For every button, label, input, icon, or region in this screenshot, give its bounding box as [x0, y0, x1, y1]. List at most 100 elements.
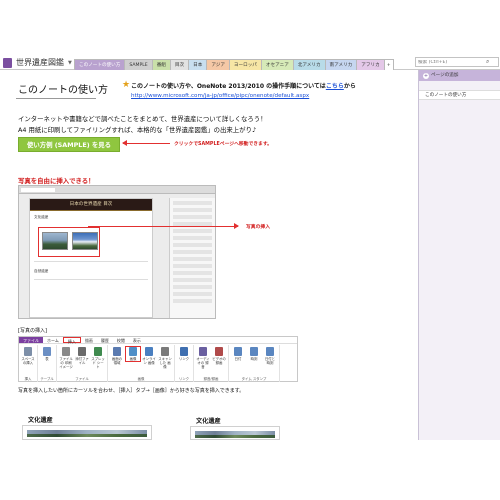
add-section-tab[interactable]: +: [383, 59, 394, 70]
ribbon-button-icon: [24, 347, 32, 356]
ribbon-group: 表テーブル: [38, 345, 57, 382]
ribbon-button-icon: [94, 347, 102, 356]
search-input[interactable]: [416, 59, 486, 65]
ribbon-button-icon: [62, 347, 70, 356]
section-tab[interactable]: 北アメリカ: [292, 59, 326, 70]
ribbon-button-label: オンライン 画像: [142, 357, 156, 365]
ribbon-tab: ホーム: [47, 338, 59, 343]
ribbon-group-label: タイム スタンプ: [241, 377, 267, 381]
ribbon-group: 画面の 領域 画像 オンライン 画像 スキャンした 画像 画像: [108, 345, 175, 382]
ribbon-image: ファイル ホーム 挿入 描画 履歴 校閲 表示 スペース の挿入 挿入表テーブル ファイルの 印…: [18, 336, 298, 382]
sample-button[interactable]: 使い方例 (SAMPLE) を見る: [18, 137, 120, 152]
notebook-icon: [3, 57, 12, 68]
section-left-title: 文化遺産: [28, 417, 53, 424]
title-underline: [16, 98, 96, 99]
section-tab[interactable]: 目次: [169, 59, 190, 70]
ribbon-button-icon: [145, 347, 153, 356]
intro-text-before: このノートの使い方や、OneNote 2013/2010 の操作手順については: [131, 83, 326, 90]
star-icon: ★: [122, 80, 131, 90]
ribbon-button: 表: [40, 347, 54, 361]
screenshot-divider: [34, 279, 148, 280]
add-page-label: ページの追加: [431, 73, 459, 78]
ribbon-button: 日付と 時刻: [263, 347, 277, 365]
photo-insert-note: 写真の挿入: [246, 225, 270, 230]
ribbon-button-icon: [43, 347, 51, 356]
notebook-bar: 世界遺産図鑑 ▼ このノートの使い方 SAMPLE 番組 目次 日本 アジア ヨーロッパ オセ…: [0, 55, 500, 70]
ribbon-group-label: 挿入: [24, 377, 32, 381]
ribbon-button-label: 添付ファイル: [75, 357, 89, 365]
photo-right: [190, 426, 280, 440]
section-tab[interactable]: アフリカ: [356, 59, 385, 70]
screenshot-divider: [34, 261, 148, 262]
ribbon-button-icon: [215, 347, 223, 356]
ribbon-tabs: ファイル ホーム 挿入 描画 履歴 校閲 表示: [19, 337, 297, 344]
section-tab[interactable]: オセアニア: [260, 59, 294, 70]
section-tab[interactable]: このノートの使い方: [74, 59, 126, 70]
section-tab[interactable]: アジア: [206, 59, 230, 70]
ribbon-button-label: リンク: [178, 357, 190, 361]
intro-link[interactable]: こちら: [326, 83, 344, 90]
chevron-down-icon: ▼: [68, 59, 72, 66]
plus-icon: +: [423, 72, 429, 79]
body-line-1: インターネットや書籍などで調べたことをまとめて、世界遺産について詳しくなろう！: [18, 115, 267, 123]
ribbon-button: スプレッド シート: [91, 347, 105, 369]
ribbon-tab: 描画: [84, 338, 93, 343]
ribbon-button-label: オーディオの 録音: [196, 357, 210, 369]
add-page-button[interactable]: + ページの追加: [419, 70, 500, 81]
embedded-screenshot: 日本の世界遺産 目次 文化遺産 自然遺産: [18, 185, 216, 319]
sample-note: クリックでSAMPLEページへ移動できます。: [174, 142, 272, 147]
screenshot-header: 日本の世界遺産 目次: [30, 199, 152, 211]
page-list-item[interactable]: このノートの使い方: [419, 90, 500, 100]
ribbon-button: 画面の 領域: [110, 347, 124, 365]
photo-left: [22, 425, 152, 440]
ribbon-button-label: 画像: [129, 357, 137, 361]
ribbon-button-icon: [266, 347, 274, 356]
ribbon-tab: 履歴: [100, 338, 109, 343]
ribbon-button: ファイルの 印刷イメージ: [59, 347, 73, 369]
section-tab[interactable]: ヨーロッパ: [228, 59, 262, 70]
section-right-title: 文化遺産: [196, 418, 221, 425]
red-arrow-right: [88, 223, 239, 229]
section-tab[interactable]: 日本: [188, 59, 208, 70]
ribbon-group: スペース の挿入挿入: [19, 345, 38, 382]
ribbon-tab: 校閲: [116, 338, 125, 343]
ribbon-group-label: リンク: [178, 377, 190, 381]
ribbon-button-icon: [78, 347, 86, 356]
ribbon-button-icon: [161, 347, 169, 356]
page-title[interactable]: このノートの使い方: [18, 81, 108, 96]
screenshot-tab: [21, 188, 55, 192]
ribbon-button: ビデオの 録画: [212, 347, 226, 365]
screenshot-titlebar: [19, 186, 215, 194]
search-icon[interactable]: ⌕: [486, 58, 489, 66]
section-tab[interactable]: SAMPLE: [124, 59, 153, 70]
page-list-pane: + ページの追加 このノートの使い方: [418, 70, 500, 440]
search-box[interactable]: ⌕: [415, 57, 499, 67]
ribbon-button-icon: [113, 347, 121, 356]
ribbon-button-label: スキャンした 画像: [158, 357, 172, 369]
help-url-link[interactable]: http://www.microsoft.com/ja-jp/office/pi…: [131, 93, 309, 99]
screenshot-label-top: 文化遺産: [34, 215, 49, 219]
ribbon-button-icon: [129, 347, 137, 356]
screenshot-sidebar: [169, 198, 215, 318]
insert-caption: 写真を挿入したい箇所にカーソルを合わせ、［挿入］タブ→［画像］から好きな写真を挿…: [18, 388, 245, 394]
ribbon-button: スペース の挿入: [21, 347, 35, 365]
ribbon-group-label: テーブル: [40, 377, 54, 381]
page-canvas[interactable]: このノートの使い方 ★ このノートの使い方や、OneNote 2013/2010…: [0, 70, 418, 440]
ribbon-button: 時刻: [247, 347, 261, 361]
section-tab[interactable]: 番組: [151, 59, 171, 70]
ribbon-tab: 表示: [132, 338, 141, 343]
notebook-name: 世界遺産図鑑: [16, 58, 64, 67]
ribbon-button-icon: [234, 347, 242, 356]
ribbon-group-label: 画像: [137, 377, 145, 381]
ribbon-button-label: 画面の 領域: [111, 357, 123, 365]
ribbon-button-icon: [180, 347, 188, 356]
ribbon-group: リンク リンク: [175, 345, 194, 382]
body-line-2: A4 用紙に印刷してファイリングすれば、本格的な「世界遺産図鑑」の出来上がり♪: [18, 126, 257, 134]
section-tab[interactable]: 南アメリカ: [324, 59, 358, 70]
ribbon-button-icon: [250, 347, 258, 356]
ribbon-tab: ファイル: [19, 337, 43, 343]
ribbon-button-label: スプレッド シート: [91, 357, 105, 369]
ribbon-button-label: 日付と 時刻: [264, 357, 276, 365]
ribbon-button-label: 表: [45, 357, 49, 361]
notebook-selector[interactable]: 世界遺産図鑑 ▼: [3, 56, 72, 69]
